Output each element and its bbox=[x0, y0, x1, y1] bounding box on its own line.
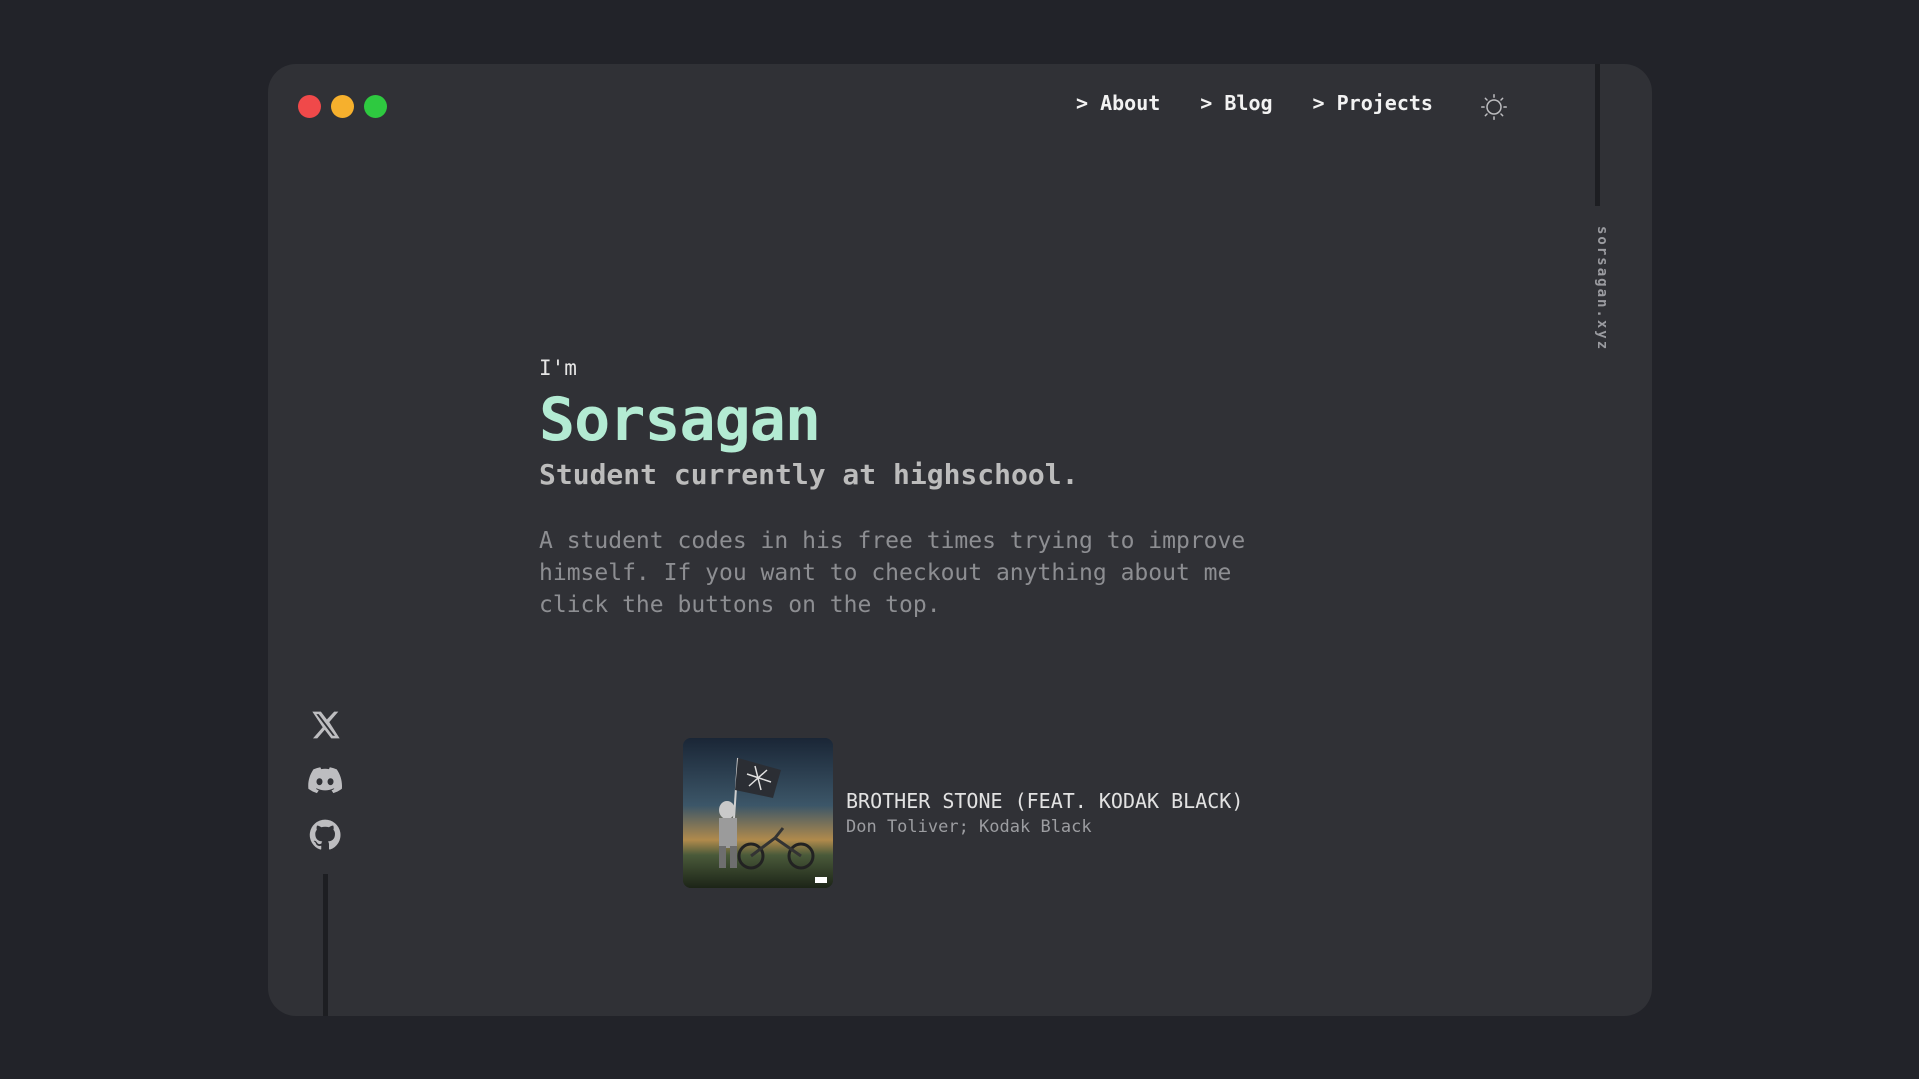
window-controls bbox=[298, 95, 387, 118]
greeting-text: I'm bbox=[539, 356, 577, 380]
right-rail-line bbox=[1595, 64, 1600, 206]
github-icon bbox=[309, 819, 341, 850]
discord-link[interactable] bbox=[308, 763, 342, 797]
theme-toggle-button[interactable] bbox=[1479, 92, 1509, 122]
sun-icon bbox=[1480, 93, 1508, 121]
track-artist: Don Toliver; Kodak Black bbox=[846, 817, 1092, 837]
x-twitter-icon bbox=[312, 711, 340, 739]
nav-link-blog[interactable]: > Blog bbox=[1200, 91, 1272, 115]
close-window-button[interactable] bbox=[298, 95, 321, 118]
discord-icon bbox=[308, 767, 342, 794]
social-links bbox=[308, 708, 342, 852]
left-rail-line bbox=[323, 874, 328, 1016]
github-link[interactable] bbox=[308, 818, 342, 852]
top-nav: > About > Blog > Projects bbox=[1076, 91, 1433, 115]
album-art-image bbox=[683, 738, 833, 888]
site-domain-label: sorsagan.xyz bbox=[1594, 226, 1610, 352]
page-title: Sorsagan bbox=[539, 385, 821, 455]
maximize-window-button[interactable] bbox=[364, 95, 387, 118]
track-title: BROTHER STONE (FEAT. KODAK BLACK) bbox=[846, 789, 1244, 813]
now-playing-card[interactable]: BROTHER STONE (FEAT. KODAK BLACK) Don To… bbox=[683, 738, 1243, 888]
track-info: BROTHER STONE (FEAT. KODAK BLACK) Don To… bbox=[846, 787, 1243, 839]
nav-link-projects[interactable]: > Projects bbox=[1313, 91, 1433, 115]
nav-link-about[interactable]: > About bbox=[1076, 91, 1160, 115]
tagline: Student currently at highschool. bbox=[539, 458, 1079, 491]
album-cover bbox=[683, 738, 833, 888]
browser-window: > About > Blog > Projects sorsagan.xyz I… bbox=[268, 64, 1652, 1016]
intro-section: I'm Sorsagan Student currently at highsc… bbox=[539, 353, 1339, 644]
x-twitter-link[interactable] bbox=[308, 708, 342, 742]
description-text: A student codes in his free times trying… bbox=[539, 528, 1246, 618]
minimize-window-button[interactable] bbox=[331, 95, 354, 118]
